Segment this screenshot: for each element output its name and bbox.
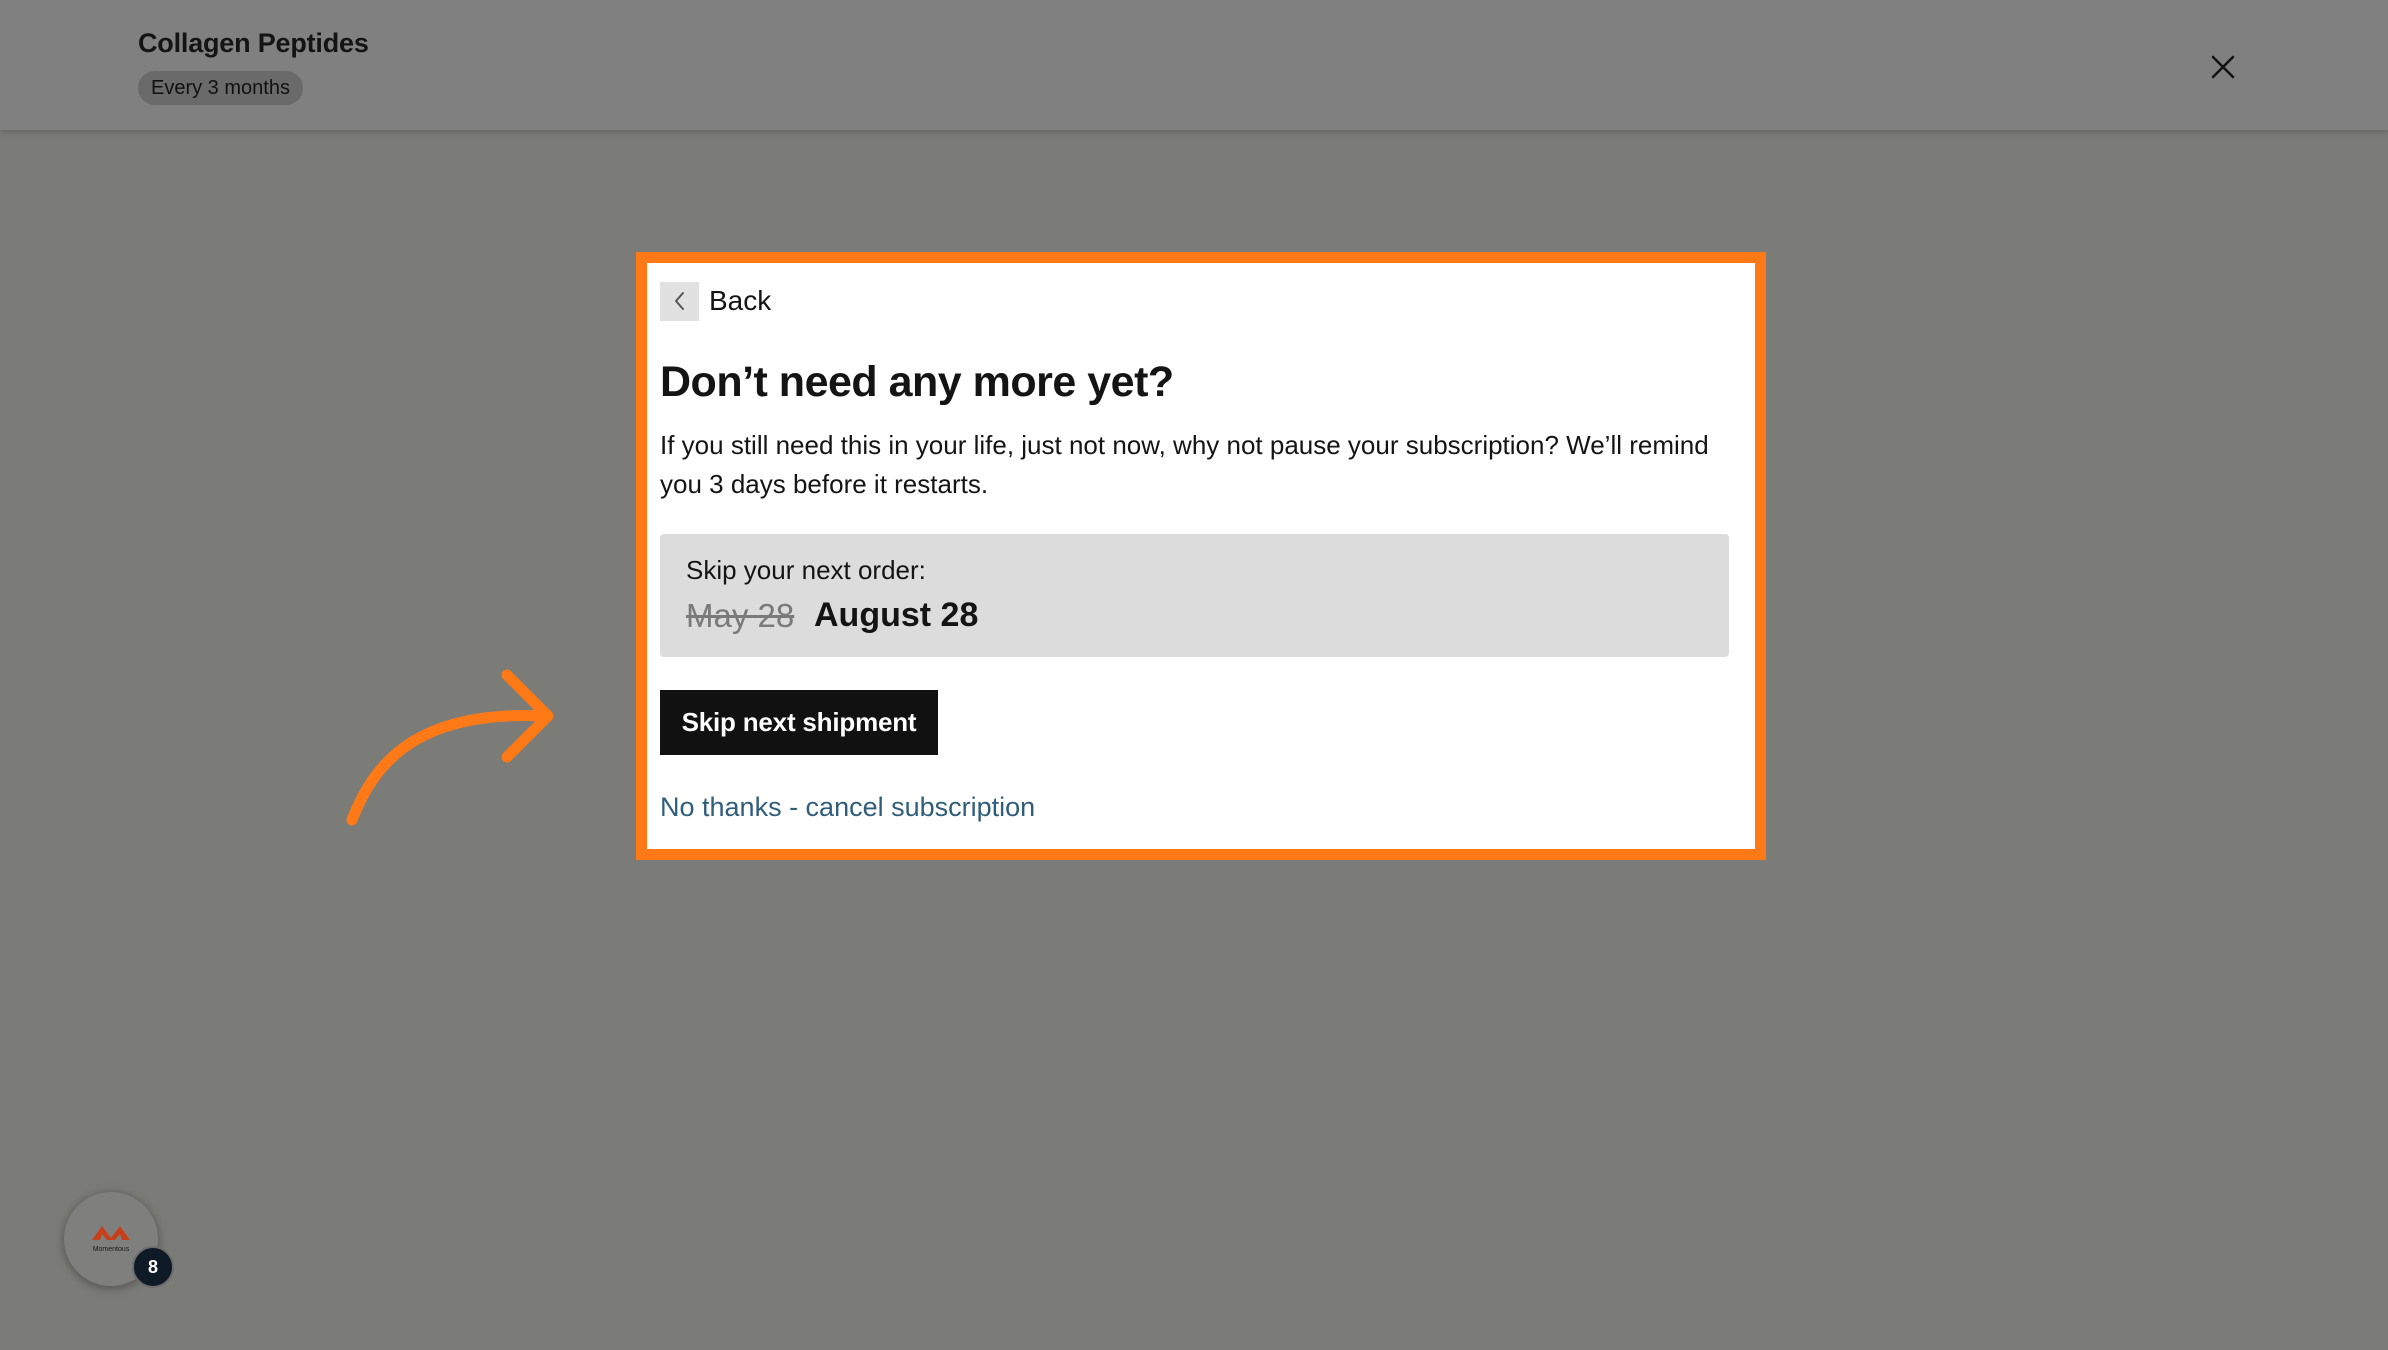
- modal-description: If you still need this in your life, jus…: [660, 430, 1709, 499]
- page: Collagen Peptides Every 3 months Back Do…: [0, 0, 2388, 1350]
- skip-order-summary: Skip your next order: May 28 August 28: [660, 534, 1729, 657]
- pointer-arrow-icon: [346, 669, 554, 826]
- svg-text:Momentous: Momentous: [93, 1246, 130, 1253]
- frequency-badge: Every 3 months: [138, 71, 303, 105]
- modal-heading: Don’t need any more yet?: [660, 358, 1174, 406]
- cancel-subscription-link[interactable]: No thanks - cancel subscription: [660, 792, 1035, 823]
- notification-count-badge: 8: [132, 1246, 174, 1288]
- back-label: Back: [709, 285, 772, 316]
- old-order-date: May 28: [686, 597, 795, 634]
- product-title: Collagen Peptides: [138, 28, 369, 58]
- back-button[interactable]: Back: [660, 281, 771, 321]
- momentous-logo-icon: Momentous: [92, 1226, 130, 1253]
- skip-order-label: Skip your next order:: [686, 555, 926, 585]
- chevron-left-icon: [660, 281, 699, 321]
- header-bar: Collagen Peptides Every 3 months: [0, 0, 2388, 130]
- close-button[interactable]: [2200, 44, 2246, 90]
- new-order-date: August 28: [814, 596, 979, 634]
- skip-next-shipment-button[interactable]: Skip next shipment: [660, 690, 938, 755]
- close-icon: [2211, 55, 2235, 79]
